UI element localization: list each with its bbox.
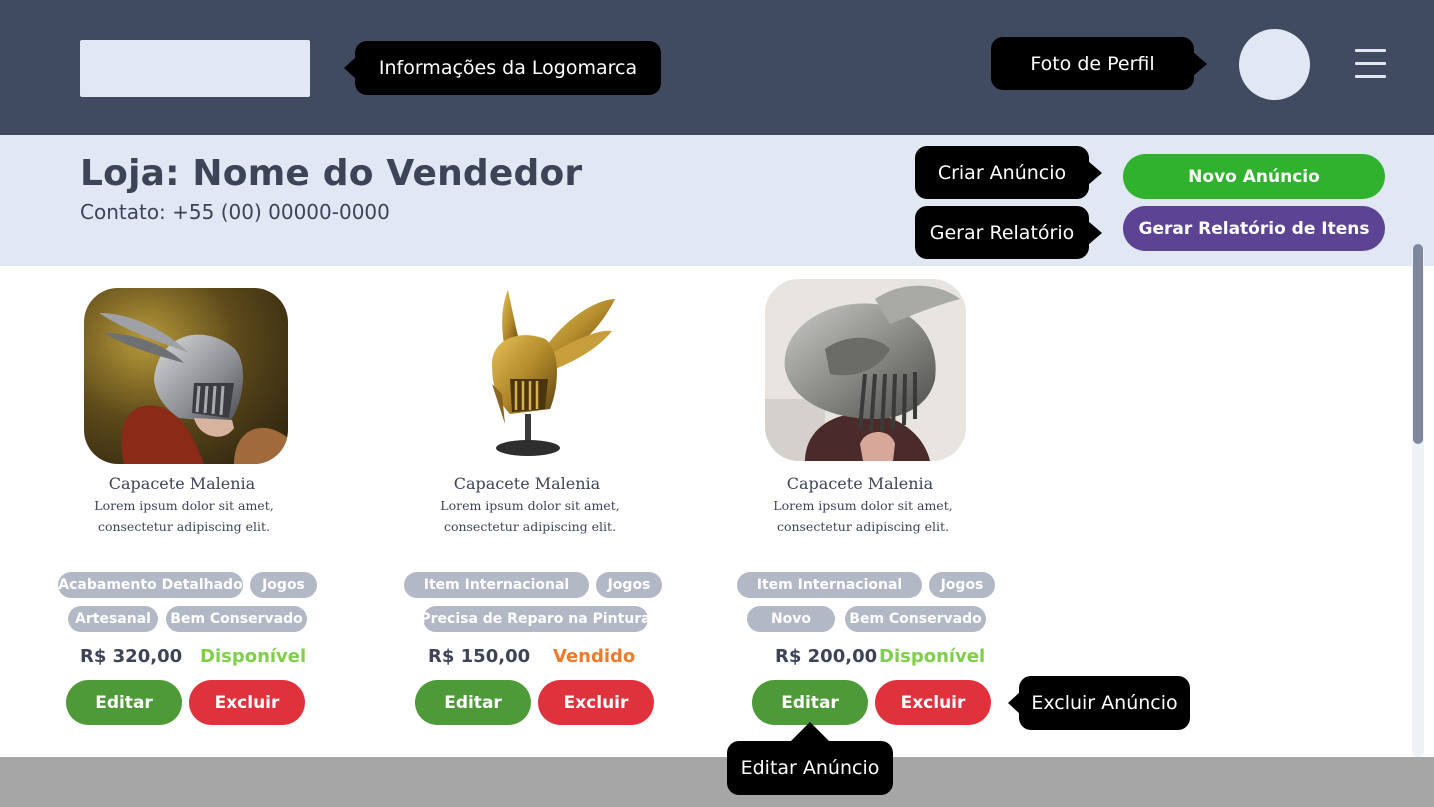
product-tag: Novo: [747, 606, 835, 632]
helmet-closeup-photo-icon: [765, 279, 966, 461]
create-ad-tooltip: Criar Anúncio: [915, 146, 1102, 199]
logo-placeholder[interactable]: [80, 40, 310, 97]
edit-button[interactable]: Editar: [752, 680, 868, 725]
product-tag: Jogos: [250, 572, 317, 598]
product-tag: Artesanal: [68, 606, 158, 632]
delete-button[interactable]: Excluir: [189, 680, 305, 725]
product-tag: Bem Conservado: [166, 606, 307, 632]
product-status: Vendido: [553, 646, 636, 667]
report-tooltip: Gerar Relatório: [915, 206, 1102, 259]
store-title: Loja: Nome do Vendedor: [80, 153, 583, 194]
edit-ad-tooltip: Editar Anúncio: [727, 722, 893, 795]
store-contact: Contato: +55 (00) 00000-0000: [80, 200, 390, 224]
product-price: R$ 150,00: [428, 646, 531, 667]
logo-info-tooltip-text: Informações da Logomarca: [378, 57, 638, 79]
product-price: R$ 200,00: [775, 646, 878, 667]
logo-info-tooltip: Informações da Logomarca: [344, 41, 661, 95]
product-tag: Bem Conservado: [845, 606, 986, 632]
generate-report-button[interactable]: Gerar Relatório de Itens: [1123, 206, 1385, 251]
report-tooltip-text: Gerar Relatório: [929, 221, 1075, 244]
product-tag: Acabamento Detalhado: [58, 572, 243, 598]
edit-button[interactable]: Editar: [66, 680, 182, 725]
delete-ad-tooltip-text: Excluir Anúncio: [1031, 692, 1178, 714]
create-ad-tooltip-text: Criar Anúncio: [937, 161, 1067, 184]
product-name: Capacete Malenia: [453, 474, 601, 493]
product-status: Disponível: [879, 646, 986, 667]
profile-photo-tooltip-text: Foto de Perfil: [1030, 52, 1155, 75]
new-ad-button[interactable]: Novo Anúncio: [1123, 154, 1385, 199]
delete-ad-tooltip: Excluir Anúncio: [1008, 676, 1190, 730]
product-tag: Item Internacional: [737, 572, 922, 598]
scrollbar-thumb[interactable]: [1413, 244, 1423, 444]
edit-ad-tooltip-text: Editar Anúncio: [740, 757, 880, 779]
product-tag: Item Internacional: [404, 572, 589, 598]
helmet-on-stand-icon: [430, 284, 630, 464]
product-description: Lorem ipsum dolor sit amet, consectetur a…: [94, 498, 274, 534]
helmet-photo-icon: [84, 288, 288, 464]
delete-button[interactable]: Excluir: [875, 680, 991, 725]
product-price: R$ 320,00: [80, 646, 183, 667]
delete-button[interactable]: Excluir: [538, 680, 654, 725]
product-tag: Jogos: [929, 572, 995, 598]
product-name: Capacete Malenia: [108, 474, 256, 493]
product-tag: Jogos: [596, 572, 662, 598]
product-name: Capacete Malenia: [786, 474, 934, 493]
product-tag: Precisa de Reparo na Pintura: [420, 606, 651, 632]
footer-bar: [0, 757, 1434, 807]
product-status: Disponível: [200, 646, 307, 667]
edit-button[interactable]: Editar: [415, 680, 531, 725]
hamburger-menu-icon[interactable]: [1355, 49, 1386, 79]
avatar[interactable]: [1239, 29, 1310, 100]
product-description: Lorem ipsum dolor sit amet, consectetur a…: [440, 498, 620, 534]
product-description: Lorem ipsum dolor sit amet, consectetur a…: [773, 498, 953, 534]
profile-photo-tooltip: Foto de Perfil: [991, 37, 1207, 90]
